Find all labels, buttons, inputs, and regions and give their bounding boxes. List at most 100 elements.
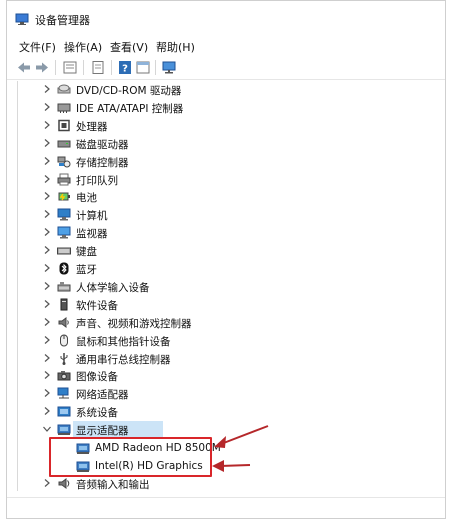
usb-icon [60, 352, 68, 365]
tree-category[interactable]: 蓝牙 [18, 260, 438, 277]
tree-category[interactable]: 监视器 [18, 224, 438, 241]
show-hidden-icon[interactable] [90, 60, 106, 75]
tree-category-label: 鼠标和其他指针设备 [76, 335, 171, 348]
tree-category-label: 人体学输入设备 [76, 281, 150, 294]
processor-icon [58, 119, 70, 132]
camera-icon [57, 371, 71, 381]
chevron-right-icon[interactable] [42, 353, 52, 363]
menu-view[interactable]: 查看(V) [110, 39, 148, 55]
tree-category-label: 系统设备 [76, 407, 118, 420]
monitor-scan-icon[interactable] [161, 60, 177, 75]
tree-category-label: IDE ATA/ATAPI 控制器 [76, 102, 184, 115]
sound-icon [58, 316, 69, 328]
window-title: 设备管理器 [35, 14, 90, 27]
dvd-drive-icon [57, 84, 71, 94]
chevron-right-icon[interactable] [42, 138, 52, 148]
tree-category[interactable]: 显示适配器 [18, 421, 438, 439]
network-adapter-icon [57, 387, 69, 399]
hid-icon [57, 281, 71, 292]
chevron-right-icon[interactable] [42, 281, 52, 291]
printer-icon [57, 173, 71, 185]
tree-category-label: 电池 [76, 192, 97, 205]
tree-category[interactable]: 处理器 [18, 117, 438, 134]
help-icon[interactable]: ? [117, 60, 133, 75]
chevron-down-icon[interactable] [42, 424, 52, 434]
tree-category[interactable]: 软件设备 [18, 296, 438, 313]
tree-category-label: DVD/CD-ROM 驱动器 [76, 85, 182, 97]
chevron-right-icon[interactable] [42, 388, 52, 398]
tree-category[interactable]: IDE ATA/ATAPI 控制器 [18, 99, 438, 116]
tree-category-label: 监视器 [76, 228, 108, 241]
menu-bar: 文件(F) 操作(A) 查看(V) 帮助(H) [7, 37, 445, 57]
tree-category[interactable]: 音频输入和输出 [18, 475, 438, 492]
menu-action[interactable]: 操作(A) [64, 39, 102, 55]
tree-category[interactable]: 网络适配器 [18, 385, 438, 402]
chevron-right-icon[interactable] [42, 174, 52, 184]
tree-category[interactable]: 通用串行总线控制器 [18, 350, 438, 367]
tree-category-label: 显示适配器 [76, 425, 129, 438]
disk-drive-icon [57, 140, 71, 148]
chevron-right-icon[interactable] [42, 478, 52, 488]
tree-category-label: 音频输入和输出 [76, 478, 150, 491]
menu-help[interactable]: 帮助(H) [156, 39, 195, 55]
chevron-right-icon[interactable] [42, 317, 52, 327]
chevron-right-icon[interactable] [42, 84, 52, 94]
display-adapter-icon [57, 424, 71, 436]
chevron-right-icon[interactable] [42, 406, 52, 416]
chevron-right-icon[interactable] [42, 227, 52, 237]
mouse-icon [60, 334, 68, 347]
tree-category[interactable]: 电池 [18, 188, 438, 205]
tree-category-label: 通用串行总线控制器 [76, 353, 171, 366]
status-area [7, 497, 445, 519]
tree-category[interactable]: 鼠标和其他指针设备 [18, 332, 438, 349]
chevron-right-icon[interactable] [42, 102, 52, 112]
tree-category-label: 图像设备 [76, 371, 118, 384]
tree-category[interactable]: 计算机 [18, 206, 438, 223]
tree-category-label: 键盘 [76, 246, 97, 259]
chevron-right-icon[interactable] [42, 209, 52, 219]
tree-category-label: 软件设备 [76, 299, 118, 312]
chevron-right-icon[interactable] [42, 191, 52, 201]
chevron-right-icon[interactable] [42, 335, 52, 345]
tree-category[interactable]: 声音、视频和游戏控制器 [18, 314, 438, 331]
tree-category-label: 磁盘驱动器 [76, 138, 129, 151]
forward-icon[interactable] [34, 60, 50, 75]
tree-category-label: 声音、视频和游戏控制器 [76, 317, 192, 330]
tree-category[interactable]: 人体学输入设备 [18, 278, 438, 295]
menu-file[interactable]: 文件(F) [19, 39, 56, 55]
tree-category[interactable]: 系统设备 [18, 403, 438, 420]
storage-controller-icon [57, 156, 71, 168]
tree-category[interactable]: 图像设备 [18, 367, 438, 384]
monitor-icon [57, 226, 71, 239]
title-bar: 设备管理器 [7, 1, 445, 37]
tree-category[interactable]: 磁盘驱动器 [18, 135, 438, 152]
chevron-right-icon[interactable] [42, 370, 52, 380]
ide-controller-icon [57, 103, 71, 113]
device-manager-icon [15, 13, 29, 25]
action-view-icon[interactable] [135, 60, 151, 75]
properties-icon[interactable] [62, 60, 78, 75]
tree-category[interactable]: 打印队列 [18, 171, 438, 188]
chevron-right-icon[interactable] [42, 156, 52, 166]
chevron-right-icon[interactable] [42, 245, 52, 255]
tree-category[interactable]: 键盘 [18, 242, 438, 259]
system-device-icon [57, 406, 71, 417]
computer-icon [57, 208, 71, 221]
highlight-box [49, 437, 212, 477]
tree-category[interactable]: 存储控制器 [18, 153, 438, 170]
software-device-icon [60, 298, 68, 311]
chevron-right-icon[interactable] [42, 299, 52, 309]
svg-text:?: ? [122, 64, 128, 75]
keyboard-icon [57, 247, 71, 255]
tree-category-label: 存储控制器 [76, 156, 129, 169]
tree-category[interactable]: DVD/CD-ROM 驱动器 [18, 81, 438, 98]
toolbar: ? [7, 57, 445, 80]
chevron-right-icon[interactable] [42, 263, 52, 273]
back-icon[interactable] [16, 60, 32, 75]
device-tree: DVD/CD-ROM 驱动器 IDE ATA/ATAPI 控制器处理器磁盘驱动器存… [17, 81, 446, 491]
tree-category-label: 打印队列 [76, 174, 118, 187]
tree-category-label: 蓝牙 [76, 264, 97, 276]
tree-category-label: 计算机 [76, 210, 108, 223]
chevron-right-icon[interactable] [42, 120, 52, 130]
tree-category-label: 网络适配器 [76, 389, 129, 402]
